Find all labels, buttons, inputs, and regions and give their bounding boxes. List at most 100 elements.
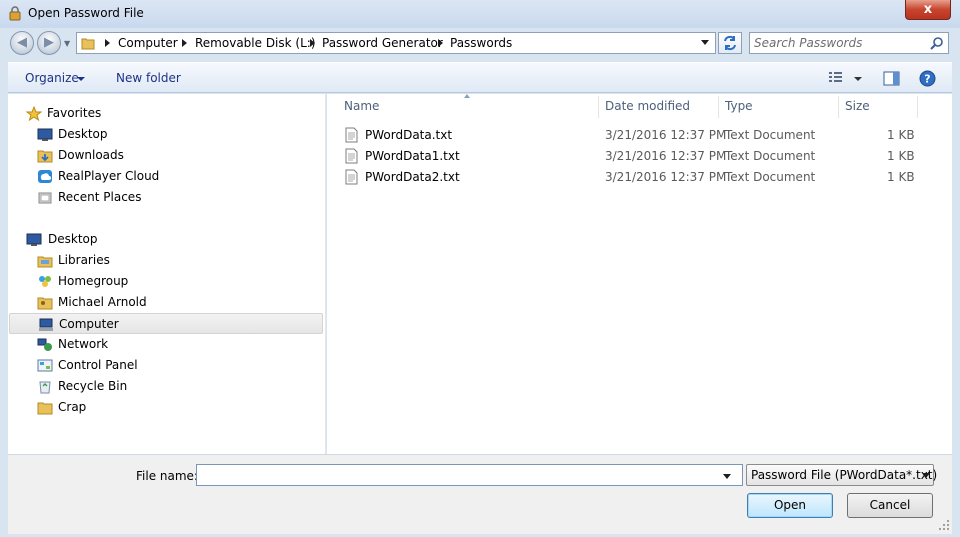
search-input[interactable] (754, 35, 924, 51)
back-arrow-icon: ◀ (17, 35, 27, 50)
column-header-type[interactable]: Type (721, 98, 838, 118)
file-type-filter-value: Password File (PWordData*.txt) (751, 468, 938, 482)
desktop-icon (26, 233, 42, 246)
column-separator[interactable] (838, 96, 839, 118)
text-file-icon (345, 127, 358, 143)
file-size: 1 KB (887, 170, 915, 184)
file-name: PWordData.txt (365, 128, 453, 142)
address-bar[interactable]: Computer Removable Disk (L:) Password Ge… (76, 32, 716, 54)
organize-chevron-down-icon[interactable] (77, 77, 85, 81)
recent-places-icon (38, 192, 52, 204)
address-dropdown-icon[interactable] (701, 40, 709, 45)
folder-icon (37, 402, 53, 415)
new-folder-button[interactable]: New folder (116, 71, 181, 85)
svg-text:?: ? (924, 73, 930, 86)
title-bar: Open Password File x (0, 0, 960, 28)
nav-michael-arnold[interactable]: Michael Arnold (8, 292, 324, 313)
recent-pages-chevron-down-icon[interactable]: ▼ (64, 39, 70, 48)
homegroup-icon (39, 276, 51, 287)
file-date: 3/21/2016 12:37 PM (605, 170, 727, 184)
forward-arrow-icon: ▶ (44, 35, 54, 50)
navigation-bar: ◀ ▶ ▼ Computer Removable Disk (L:) Passw… (0, 28, 960, 60)
file-type: Text Document (725, 170, 816, 184)
computer-icon (39, 318, 53, 331)
nav-recycle-bin[interactable]: Recycle Bin (8, 376, 324, 397)
view-options-icon[interactable] (828, 70, 844, 84)
column-header-date-modified[interactable]: Date modified (601, 98, 718, 118)
file-name: PWordData2.txt (365, 170, 460, 184)
nav-favorites[interactable]: Favorites (8, 103, 324, 124)
desktop-icon (37, 128, 53, 141)
file-name-input[interactable] (200, 467, 715, 483)
file-type: Text Document (725, 128, 816, 142)
text-file-icon (345, 169, 358, 185)
organize-button[interactable]: Organize (25, 71, 79, 85)
folder-icon (81, 38, 95, 50)
nav-libraries[interactable]: Libraries (8, 250, 324, 271)
table-row[interactable]: PWordData1.txt 3/21/2016 12:37 PM Text D… (339, 146, 939, 167)
nav-recent-places[interactable]: Recent Places (8, 187, 324, 208)
nav-desktop[interactable]: Desktop (8, 229, 324, 250)
breadcrumb-removable-disk[interactable]: Removable Disk (L:) (195, 36, 316, 50)
column-header-name[interactable]: Name (340, 98, 598, 118)
close-button[interactable]: x (905, 0, 951, 20)
breadcrumb-password-generator[interactable]: Password Generator (322, 36, 443, 50)
column-separator[interactable] (718, 96, 719, 118)
nav-downloads[interactable]: Downloads (8, 145, 324, 166)
text-file-icon (345, 148, 358, 164)
nav-network[interactable]: Network (8, 334, 324, 355)
command-toolbar: Organize New folder ? (8, 62, 952, 93)
star-icon (26, 106, 42, 121)
file-type-filter-select[interactable]: Password File (PWordData*.txt) (746, 464, 938, 486)
file-size: 1 KB (887, 149, 915, 163)
nav-computer[interactable]: Computer (9, 313, 323, 334)
nav-homegroup[interactable]: Homegroup (8, 271, 324, 292)
breadcrumb-arrow-icon[interactable] (310, 39, 315, 47)
breadcrumb-computer[interactable]: Computer (118, 36, 178, 50)
search-icon[interactable] (930, 36, 944, 50)
breadcrumb-arrow-icon[interactable] (182, 39, 187, 47)
file-size: 1 KB (887, 128, 915, 142)
views-chevron-down-icon[interactable] (854, 77, 862, 81)
libraries-icon (37, 256, 53, 268)
column-separator[interactable] (598, 96, 599, 118)
nav-desktop-favorite[interactable]: Desktop (8, 124, 324, 145)
file-name: PWordData1.txt (365, 149, 460, 163)
nav-realplayer-cloud[interactable]: RealPlayer Cloud (8, 166, 324, 187)
resize-grip-icon[interactable] (938, 519, 950, 531)
file-selection-panel: File name: Password File (PWordData*.txt… (8, 454, 952, 534)
control-panel-icon (37, 359, 53, 372)
column-separator[interactable] (917, 96, 918, 118)
breadcrumb-arrow-icon[interactable] (105, 39, 110, 47)
network-icon (37, 338, 52, 351)
breadcrumb-passwords[interactable]: Passwords (450, 36, 512, 50)
file-type: Text Document (725, 149, 816, 163)
file-name-label: File name: (136, 469, 198, 483)
window-title: Open Password File (28, 6, 144, 20)
user-folder-icon (37, 297, 53, 310)
file-date: 3/21/2016 12:37 PM (605, 149, 727, 163)
recycle-bin-icon (39, 381, 51, 394)
filter-chevron-down-icon[interactable] (922, 473, 930, 478)
nav-control-panel[interactable]: Control Panel (8, 355, 324, 376)
column-header-size[interactable]: Size (841, 98, 916, 118)
realplayer-cloud-icon (38, 170, 52, 183)
open-button[interactable]: Open (747, 493, 833, 518)
breadcrumb-arrow-icon[interactable] (438, 39, 443, 47)
help-icon[interactable]: ? (919, 70, 936, 87)
file-name-combobox[interactable] (196, 464, 743, 486)
refresh-icon (724, 35, 736, 51)
file-list-pane: Name Date modified Type Size PWordData.t… (327, 94, 952, 454)
file-name-chevron-down-icon[interactable] (723, 474, 731, 479)
nav-crap[interactable]: Crap (8, 397, 324, 418)
back-button[interactable]: ◀ (10, 31, 34, 55)
refresh-button[interactable] (718, 32, 742, 54)
cancel-button[interactable]: Cancel (847, 493, 933, 518)
search-box[interactable] (749, 32, 949, 54)
downloads-folder-icon (37, 150, 53, 163)
forward-button[interactable]: ▶ (37, 31, 61, 55)
table-row[interactable]: PWordData2.txt 3/21/2016 12:37 PM Text D… (339, 167, 939, 188)
preview-pane-icon[interactable] (883, 71, 900, 86)
table-row[interactable]: PWordData.txt 3/21/2016 12:37 PM Text Do… (339, 125, 939, 146)
lock-file-icon (9, 6, 21, 21)
